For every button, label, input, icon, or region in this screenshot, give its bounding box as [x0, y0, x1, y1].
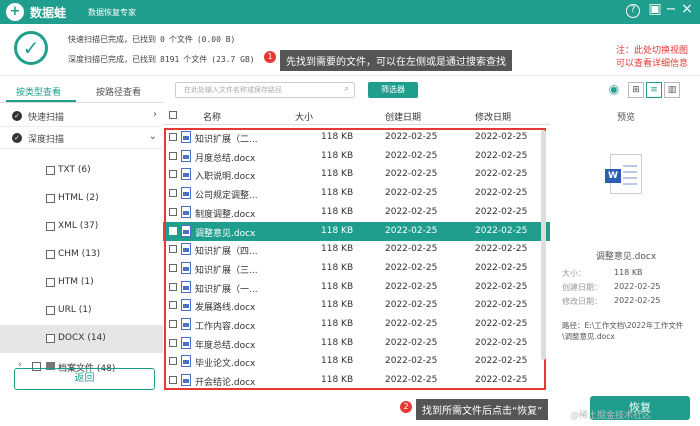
header-size[interactable]: 大小	[295, 110, 313, 123]
app-subtitle: 数据恢复专家	[88, 8, 136, 17]
file-type-label: HTML (2)	[58, 193, 99, 203]
select-all-checkbox[interactable]	[169, 111, 177, 119]
word-badge: W	[605, 169, 621, 183]
active-tab-indicator	[6, 100, 76, 102]
deep-scan-status: 深度扫描已完成，已找到 8191 个文件 (23.7 GB)	[68, 55, 255, 64]
back-button[interactable]: 返回	[14, 368, 155, 390]
quick-scan-status: 快速扫描已完成，已找到 0 个文件 (0.00 B)	[68, 35, 236, 44]
preview-created-row: 创建日期： 2022-02-25	[562, 282, 661, 292]
checkbox[interactable]	[46, 334, 55, 343]
app-name: 数据蛙	[30, 6, 67, 20]
scrollbar[interactable]	[541, 130, 546, 360]
search-placeholder: 在此处输入文件名称或保存路径	[184, 86, 282, 94]
preview-path: 路径：E:\工作文档\2022年工作文件\调整意见.docx	[562, 321, 684, 341]
search-input[interactable]: 在此处输入文件名称或保存路径 ⌕	[175, 82, 355, 98]
view-switch-note: 注：此处切换视图 可以查看详细信息	[615, 46, 688, 69]
check-circle-icon: ✓	[12, 133, 22, 143]
file-type-chm[interactable]: CHM (13)	[0, 241, 163, 269]
tip-find-files: 先找到需要的文件，可以在左侧或是通过搜索查找	[280, 50, 512, 71]
deep-scan-label: 深度扫描	[28, 135, 65, 145]
step2-badge: 2	[400, 401, 412, 413]
close-button[interactable]: ×	[680, 2, 694, 18]
eye-icon[interactable]: ◉	[606, 82, 622, 98]
search-icon[interactable]: ⌕	[344, 84, 349, 94]
preview-modified-row: 修改日期： 2022-02-25	[562, 296, 661, 306]
checkbox[interactable]	[46, 306, 55, 315]
tab-by-path[interactable]: 按路径查看	[96, 85, 141, 98]
file-type-txt[interactable]: TXT (6)	[0, 157, 163, 185]
checkbox[interactable]	[46, 194, 55, 203]
file-type-xml[interactable]: XML (37)	[0, 213, 163, 241]
watermark: @稀土掘金技术社区	[570, 411, 652, 421]
check-circle-icon: ✓	[12, 111, 22, 121]
file-type-label: CHM (13)	[58, 249, 101, 259]
file-type-label: URL (1)	[58, 305, 92, 315]
minimize-button[interactable]: −	[664, 3, 678, 18]
deep-scan-item[interactable]: ✓ 深度扫描 ⌄	[0, 127, 163, 149]
header-created[interactable]: 创建日期	[385, 110, 421, 123]
checkbox[interactable]	[46, 250, 55, 259]
file-type-docx[interactable]: DOCX (14)	[0, 325, 163, 353]
view-tabs: 按类型查看 按路径查看	[0, 80, 163, 103]
table-header: 名称 大小 创建日期 修改日期	[163, 106, 550, 125]
filter-button[interactable]: 筛选器	[368, 82, 418, 98]
file-type-htm[interactable]: HTM (1)	[0, 269, 163, 297]
word-doc-icon: W	[605, 154, 642, 194]
header-name[interactable]: 名称	[203, 110, 221, 123]
preview-filename: 调整意见.docx	[595, 252, 657, 262]
detail-view-icon[interactable]: ▥	[664, 82, 680, 98]
preview-size-row: 大小： 118 KB	[562, 268, 643, 278]
checkbox[interactable]	[46, 222, 55, 231]
preview-panel: 预览 W 调整意见.docx 大小： 118 KB 创建日期： 2022-02-25…	[558, 104, 694, 394]
scan-complete-check-icon: ✓	[14, 31, 48, 65]
chevron-down-icon[interactable]: ⌄	[149, 131, 157, 142]
checkbox[interactable]	[46, 166, 55, 175]
title-bar: + 数据蛙 数据恢复专家 ? ▣ − ×	[0, 0, 700, 24]
file-type-label: TXT (6)	[58, 165, 91, 175]
file-type-label: XML (37)	[58, 221, 99, 231]
checkbox[interactable]	[46, 278, 55, 287]
save-icon[interactable]: ▣	[648, 2, 662, 18]
tip-click-recover: 找到所需文件后点击“恢复”	[416, 399, 549, 420]
app-logo-icon: +	[6, 3, 24, 21]
file-type-label: HTM (1)	[58, 277, 94, 287]
quick-scan-item[interactable]: ✓ 快速扫描 ›	[0, 105, 163, 127]
grid-view-icon[interactable]: ⊞	[628, 82, 644, 98]
file-type-html[interactable]: HTML (2)	[0, 185, 163, 213]
tab-by-type[interactable]: 按类型查看	[16, 85, 61, 98]
header-modified[interactable]: 修改日期	[475, 110, 511, 123]
chevron-right-icon[interactable]: ›	[153, 109, 157, 120]
step1-badge: 1	[264, 51, 276, 63]
list-view-icon[interactable]: ≡	[646, 82, 662, 98]
help-icon[interactable]: ?	[626, 4, 640, 18]
highlight-box	[164, 128, 546, 390]
file-type-label: DOCX (14)	[58, 333, 106, 343]
preview-title: 预览	[616, 113, 635, 123]
quick-scan-label: 快速扫描	[28, 113, 65, 123]
file-type-url[interactable]: URL (1)	[0, 297, 163, 325]
